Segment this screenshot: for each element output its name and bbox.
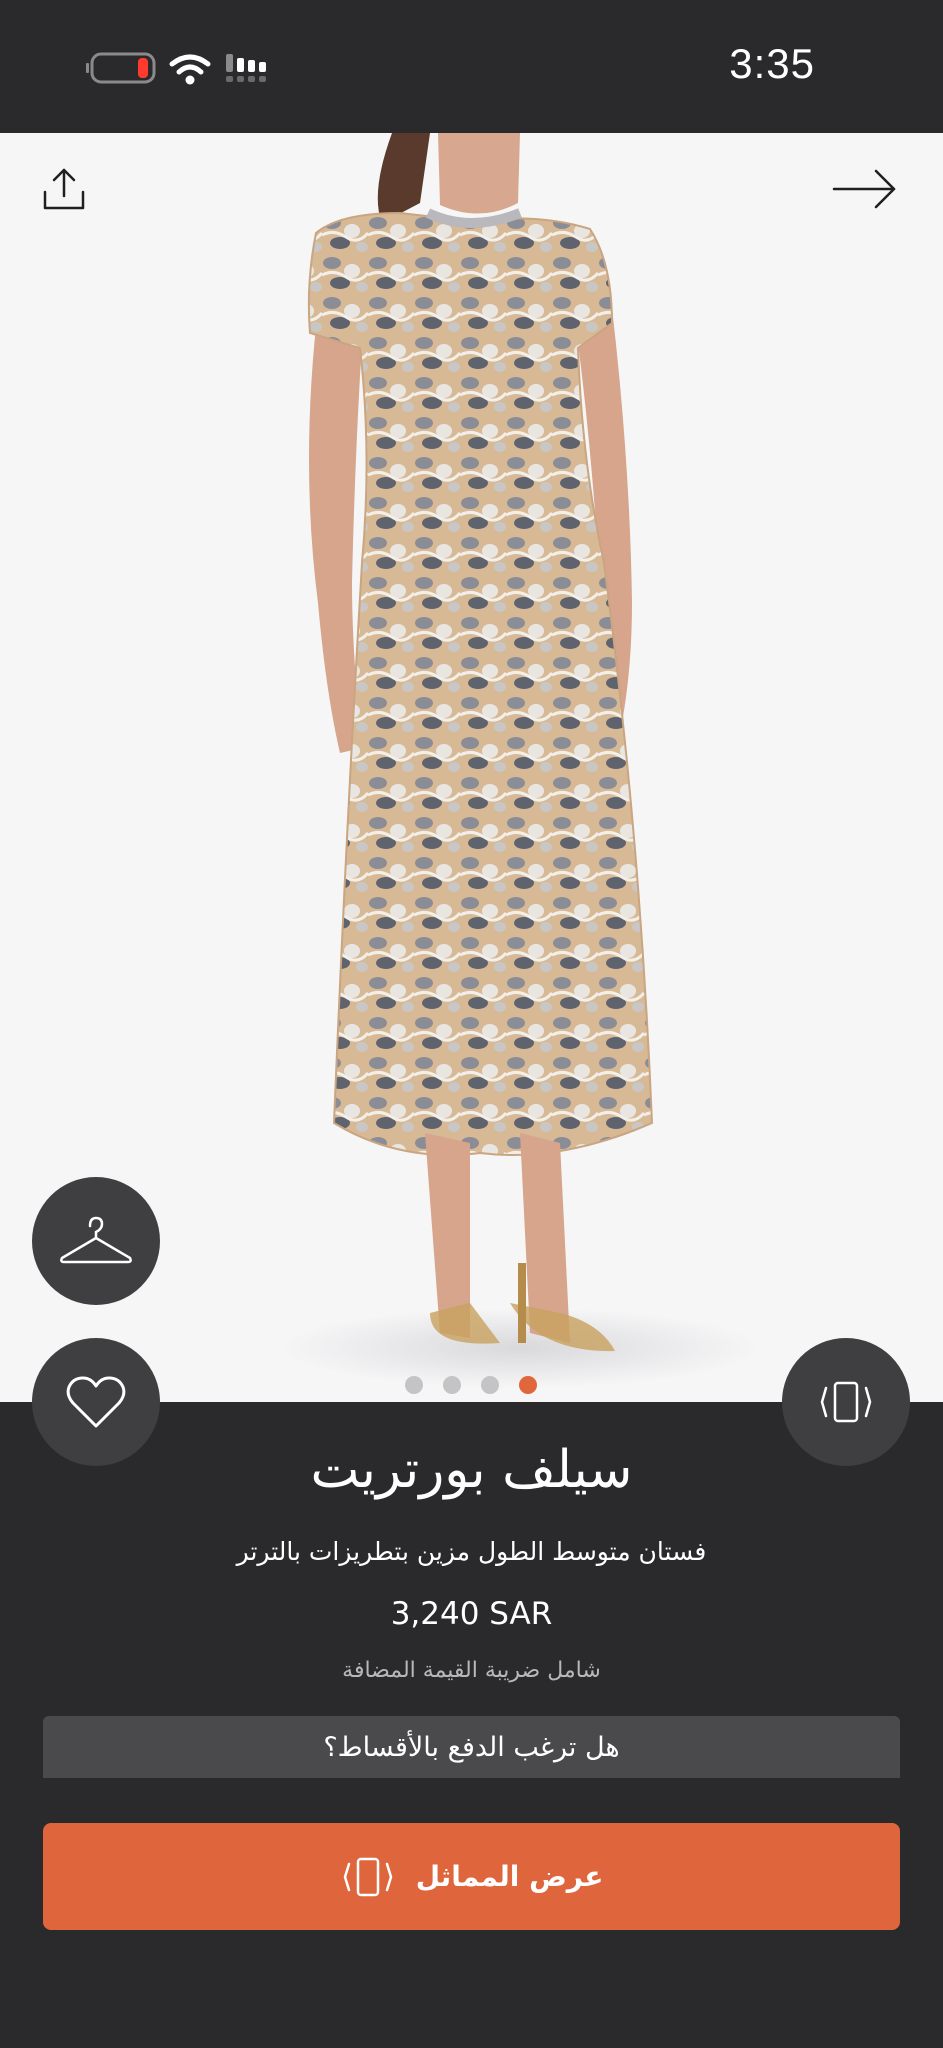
- vat-note: شامل ضريبة القيمة المضافة: [342, 1658, 601, 1683]
- gallery-page-indicator: [405, 1376, 537, 1394]
- status-bar: 3:35: [0, 0, 943, 133]
- page-dot[interactable]: [443, 1376, 461, 1394]
- share-button[interactable]: [28, 153, 100, 225]
- back-button[interactable]: [825, 153, 905, 225]
- share-icon: [43, 168, 85, 210]
- page-dot-active[interactable]: [519, 1376, 537, 1394]
- brand-name[interactable]: سيلف بورتريت: [0, 1440, 943, 1500]
- wardrobe-button[interactable]: [32, 1177, 160, 1305]
- view-similar-label: عرض المماثل: [415, 1860, 604, 1893]
- view-similar-button[interactable]: عرض المماثل: [43, 1823, 900, 1930]
- status-time: 3:35: [729, 40, 815, 87]
- installments-label: هل ترغب الدفع بالأقساط؟: [323, 1731, 620, 1763]
- product-price: 3,240 SAR: [390, 1596, 553, 1632]
- signal-icon: [226, 54, 266, 82]
- installments-banner[interactable]: هل ترغب الدفع بالأقساط؟: [43, 1716, 900, 1778]
- product-description: فستان متوسط الطول مزين بتطريزات بالترتر: [236, 1537, 707, 1566]
- section-divider: [0, 1778, 943, 1798]
- rotate-phone-icon: [820, 1381, 872, 1423]
- rotate-phone-icon: [343, 1857, 392, 1896]
- hanger-icon: [60, 1216, 132, 1264]
- battery-icon: [86, 52, 156, 84]
- back-arrow-icon: [832, 169, 896, 209]
- page-dot[interactable]: [481, 1376, 499, 1394]
- page-dot[interactable]: [405, 1376, 423, 1394]
- wifi-icon: [169, 54, 211, 85]
- heart-icon: [66, 1376, 126, 1428]
- status-icons: [86, 48, 276, 88]
